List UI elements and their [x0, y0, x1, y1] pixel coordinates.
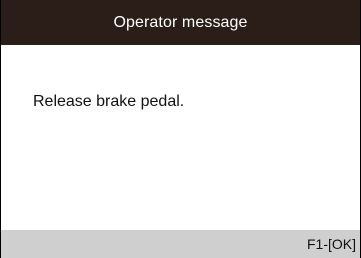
- softkey-bar: F1-[OK]: [1, 230, 360, 258]
- message-area: Release brake pedal.: [1, 45, 360, 230]
- f1-ok-button[interactable]: F1-[OK]: [307, 236, 356, 252]
- title-bar: Operator message: [1, 0, 360, 45]
- window-title: Operator message: [113, 13, 248, 31]
- operator-message-text: Release brake pedal.: [33, 93, 185, 110]
- operator-message-screen: Operator message Release brake pedal. F1…: [0, 0, 361, 258]
